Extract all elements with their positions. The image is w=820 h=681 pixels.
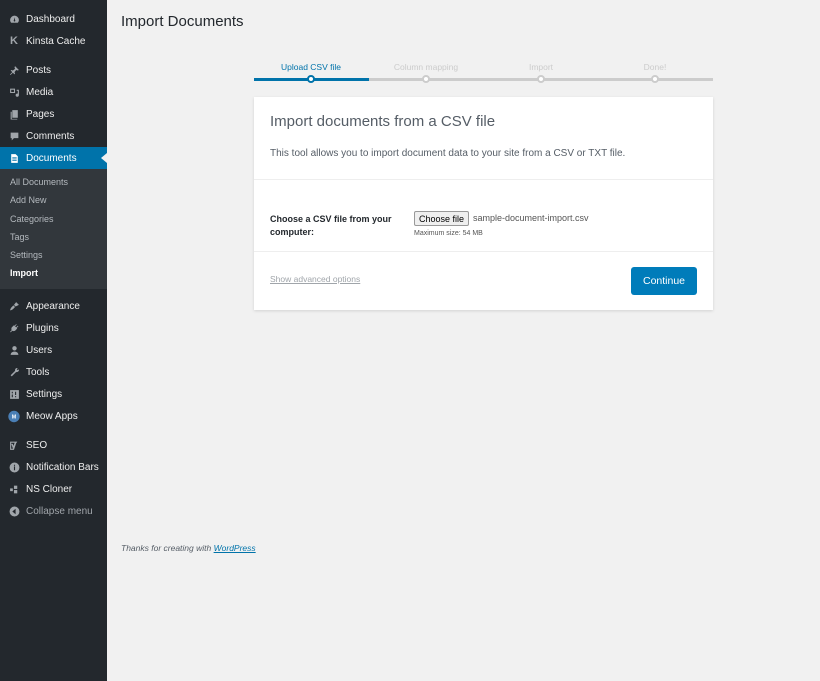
- sidebar-item-label: Posts: [26, 64, 52, 76]
- step-done: Done!: [643, 62, 667, 72]
- documents-submenu: All Documents Add New Categories Tags Se…: [0, 169, 107, 289]
- sidebar-item-seo[interactable]: SEO: [0, 435, 107, 457]
- continue-button[interactable]: Continue: [631, 267, 697, 295]
- sidebar-item-comments[interactable]: Comments: [0, 125, 107, 147]
- sidebar-item-appearance[interactable]: Appearance: [0, 296, 107, 318]
- collapse-menu-button[interactable]: Collapse menu: [0, 501, 107, 523]
- sidebar-item-pages[interactable]: Pages: [0, 103, 107, 125]
- kinsta-k-icon: K: [10, 35, 18, 47]
- sidebar-item-label: Users: [26, 345, 53, 357]
- yoast-icon: [8, 440, 20, 452]
- submenu-item-categories[interactable]: Categories: [0, 210, 107, 228]
- footer-text: Thanks for creating with: [121, 543, 214, 553]
- show-advanced-options-link[interactable]: Show advanced options: [270, 274, 360, 284]
- comment-icon: [8, 130, 20, 142]
- choose-file-button[interactable]: Choose file: [414, 211, 470, 226]
- step-upload-csv: Upload CSV file: [280, 62, 342, 72]
- sidebar-item-label: Comments: [26, 130, 75, 142]
- sidebar-item-tools[interactable]: Tools: [0, 362, 107, 384]
- admin-sidebar: Dashboard K Kinsta Cache Posts Media Pag…: [0, 0, 107, 681]
- sidebar-item-settings[interactable]: Settings: [0, 384, 107, 406]
- sidebar-item-ns-cloner[interactable]: NS Cloner: [0, 479, 107, 501]
- sidebar-item-label: NS Cloner: [26, 484, 73, 496]
- submenu-item-all-documents[interactable]: All Documents: [0, 173, 107, 191]
- sidebar-item-documents[interactable]: Documents: [0, 147, 107, 169]
- sidebar-item-notification-bars[interactable]: Notification Bars: [0, 457, 107, 479]
- submenu-item-settings[interactable]: Settings: [0, 246, 107, 264]
- sidebar-item-users[interactable]: Users: [0, 340, 107, 362]
- import-card: Import documents from a CSV file This to…: [254, 97, 713, 310]
- submenu-item-tags[interactable]: Tags: [0, 228, 107, 246]
- info-icon: [8, 462, 20, 474]
- sidebar-item-label: Appearance: [26, 301, 80, 313]
- sidebar-item-label: Plugins: [26, 323, 59, 335]
- sidebar-item-meow-apps[interactable]: M Meow Apps: [0, 406, 107, 428]
- paintbrush-icon: [8, 301, 20, 313]
- dashboard-icon: [8, 13, 20, 25]
- step-column-mapping: Column mapping: [393, 62, 459, 72]
- sidebar-item-label: Tools: [26, 367, 50, 379]
- page-title: Import Documents: [121, 13, 244, 30]
- sidebar-item-label: Meow Apps: [26, 411, 78, 423]
- sidebar-item-media[interactable]: Media: [0, 81, 107, 103]
- cloner-icon: [8, 484, 20, 496]
- selected-file-name: sample-document-import.csv: [473, 213, 589, 223]
- step-dot-column-mapping: [422, 75, 430, 83]
- step-dot-upload-csv: [307, 75, 315, 83]
- max-size-note: Maximum size: 54 MB: [414, 230, 483, 237]
- sidebar-item-plugins[interactable]: Plugins: [0, 318, 107, 340]
- step-dot-done: [651, 75, 659, 83]
- user-icon: [8, 345, 20, 357]
- meow-apps-logo-icon: M: [8, 411, 20, 423]
- sidebar-item-label: Settings: [26, 389, 63, 401]
- settings-sliders-icon: [8, 389, 20, 401]
- card-divider: [254, 251, 713, 252]
- card-divider: [254, 179, 713, 180]
- sidebar-item-label: Notification Bars: [26, 462, 99, 474]
- sidebar-item-label: Kinsta Cache: [26, 35, 86, 47]
- collapse-arrow-icon: [8, 506, 20, 518]
- import-progress-steps: Upload CSV file Column mapping Import Do…: [254, 60, 713, 84]
- sidebar-item-dashboard[interactable]: Dashboard: [0, 8, 107, 30]
- sidebar-item-label: Documents: [26, 152, 77, 164]
- sidebar-item-label: SEO: [26, 440, 48, 452]
- file-field-label: Choose a CSV file from your computer:: [270, 214, 392, 237]
- step-import: Import: [528, 62, 554, 72]
- media-icon: [8, 86, 20, 98]
- plugin-icon: [8, 323, 20, 335]
- svg-text:M: M: [12, 415, 17, 421]
- wordpress-link[interactable]: WordPress: [214, 543, 256, 553]
- sidebar-item-label: Dashboard: [26, 13, 75, 25]
- card-heading: Import documents from a CSV file: [270, 113, 496, 130]
- pushpin-icon: [8, 64, 20, 76]
- wrench-icon: [8, 367, 20, 379]
- sidebar-item-posts[interactable]: Posts: [0, 59, 107, 81]
- sidebar-item-label: Pages: [26, 108, 55, 120]
- step-dot-import: [537, 75, 545, 83]
- submenu-item-add-new[interactable]: Add New: [0, 191, 107, 209]
- footer-credit: Thanks for creating with WordPress: [121, 543, 256, 553]
- pages-icon: [8, 108, 20, 120]
- sidebar-item-label: Media: [26, 86, 54, 98]
- submenu-item-import[interactable]: Import: [0, 264, 107, 282]
- collapse-menu-label: Collapse menu: [26, 506, 93, 518]
- card-description: This tool allows you to import document …: [270, 148, 626, 159]
- sidebar-item-kinsta-cache[interactable]: K Kinsta Cache: [0, 30, 107, 52]
- document-icon: [8, 152, 20, 164]
